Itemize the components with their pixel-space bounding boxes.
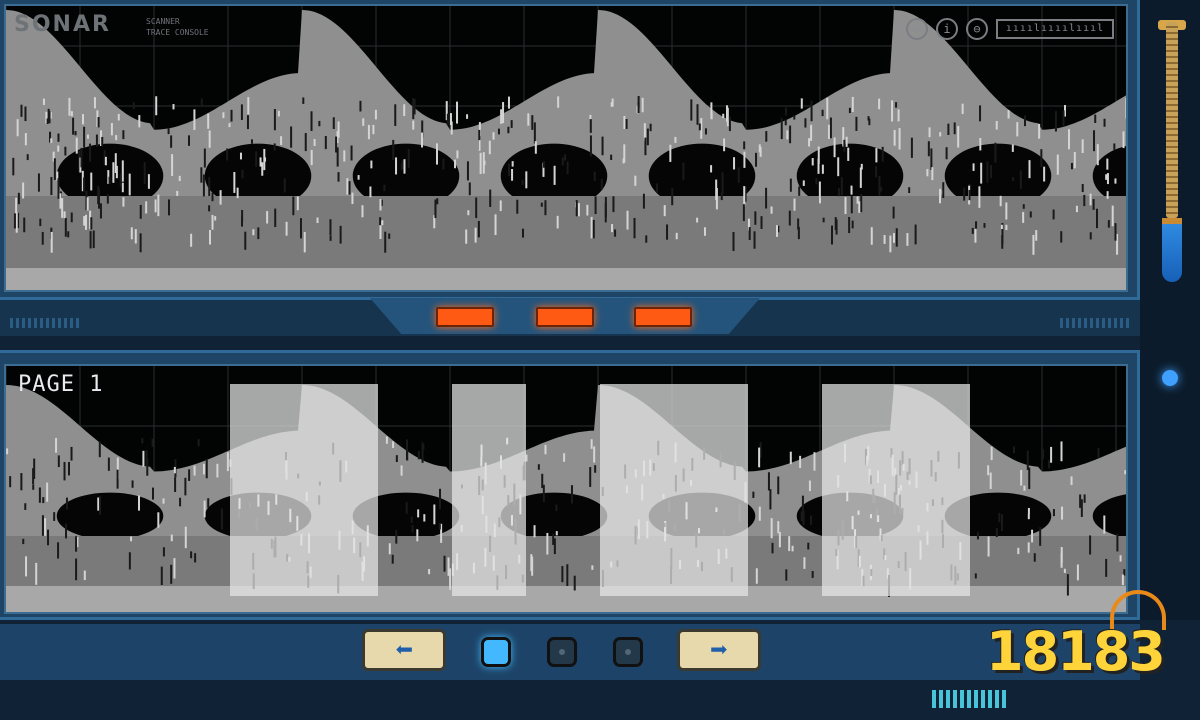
- back-icon[interactable]: ⊖: [966, 18, 988, 40]
- scan-highlight-4: [822, 384, 970, 596]
- gauge-bulb: [1162, 218, 1182, 282]
- signal-meter: ıııılıııılıııl: [996, 19, 1114, 39]
- sonar-waveform-bottom: [6, 366, 1126, 612]
- status-light: [1162, 370, 1178, 386]
- arrow-right-icon: ➡: [709, 632, 729, 668]
- compass-icon[interactable]: ⊘: [906, 18, 928, 40]
- page-indicator-3[interactable]: [613, 637, 643, 667]
- led-strip: [932, 690, 1006, 708]
- vent-left: [10, 318, 79, 328]
- indicator-light-1: [436, 307, 494, 327]
- sonar-screen: SONAR SCANNER TRACE CONSOLE ⊘ i ⊖ ıııılı…: [4, 4, 1128, 292]
- sonar-subtitle-line-2: TRACE CONSOLE: [146, 28, 209, 37]
- sonar-logo-subtitle: SCANNER TRACE CONSOLE: [146, 16, 209, 38]
- page-indicator-1[interactable]: [481, 637, 511, 667]
- watermark: 18183: [986, 620, 1166, 683]
- sonar-subtitle-line-1: SCANNER: [146, 17, 180, 26]
- depth-gauge: [1166, 22, 1178, 218]
- prev-page-button[interactable]: ⬅: [362, 629, 446, 671]
- page-label: PAGE 1: [18, 372, 104, 397]
- scan-highlight-2: [452, 384, 526, 596]
- sonar-page-screen: PAGE 1: [4, 364, 1128, 614]
- info-icon[interactable]: i: [936, 18, 958, 40]
- sonar-logo: SONAR: [14, 12, 111, 37]
- indicator-light-3: [634, 307, 692, 327]
- hud-toolbar: ⊘ i ⊖ ıııılıııılıııl: [906, 18, 1114, 40]
- scan-highlight-3: [600, 384, 748, 596]
- next-page-button[interactable]: ➡: [677, 629, 761, 671]
- vent-right: [1060, 318, 1129, 328]
- indicator-light-2: [536, 307, 594, 327]
- arrow-left-icon: ⬅: [394, 632, 414, 668]
- page-indicator-2[interactable]: [547, 637, 577, 667]
- sonar-waveform-top: [6, 6, 1126, 290]
- scan-highlight-1: [230, 384, 378, 596]
